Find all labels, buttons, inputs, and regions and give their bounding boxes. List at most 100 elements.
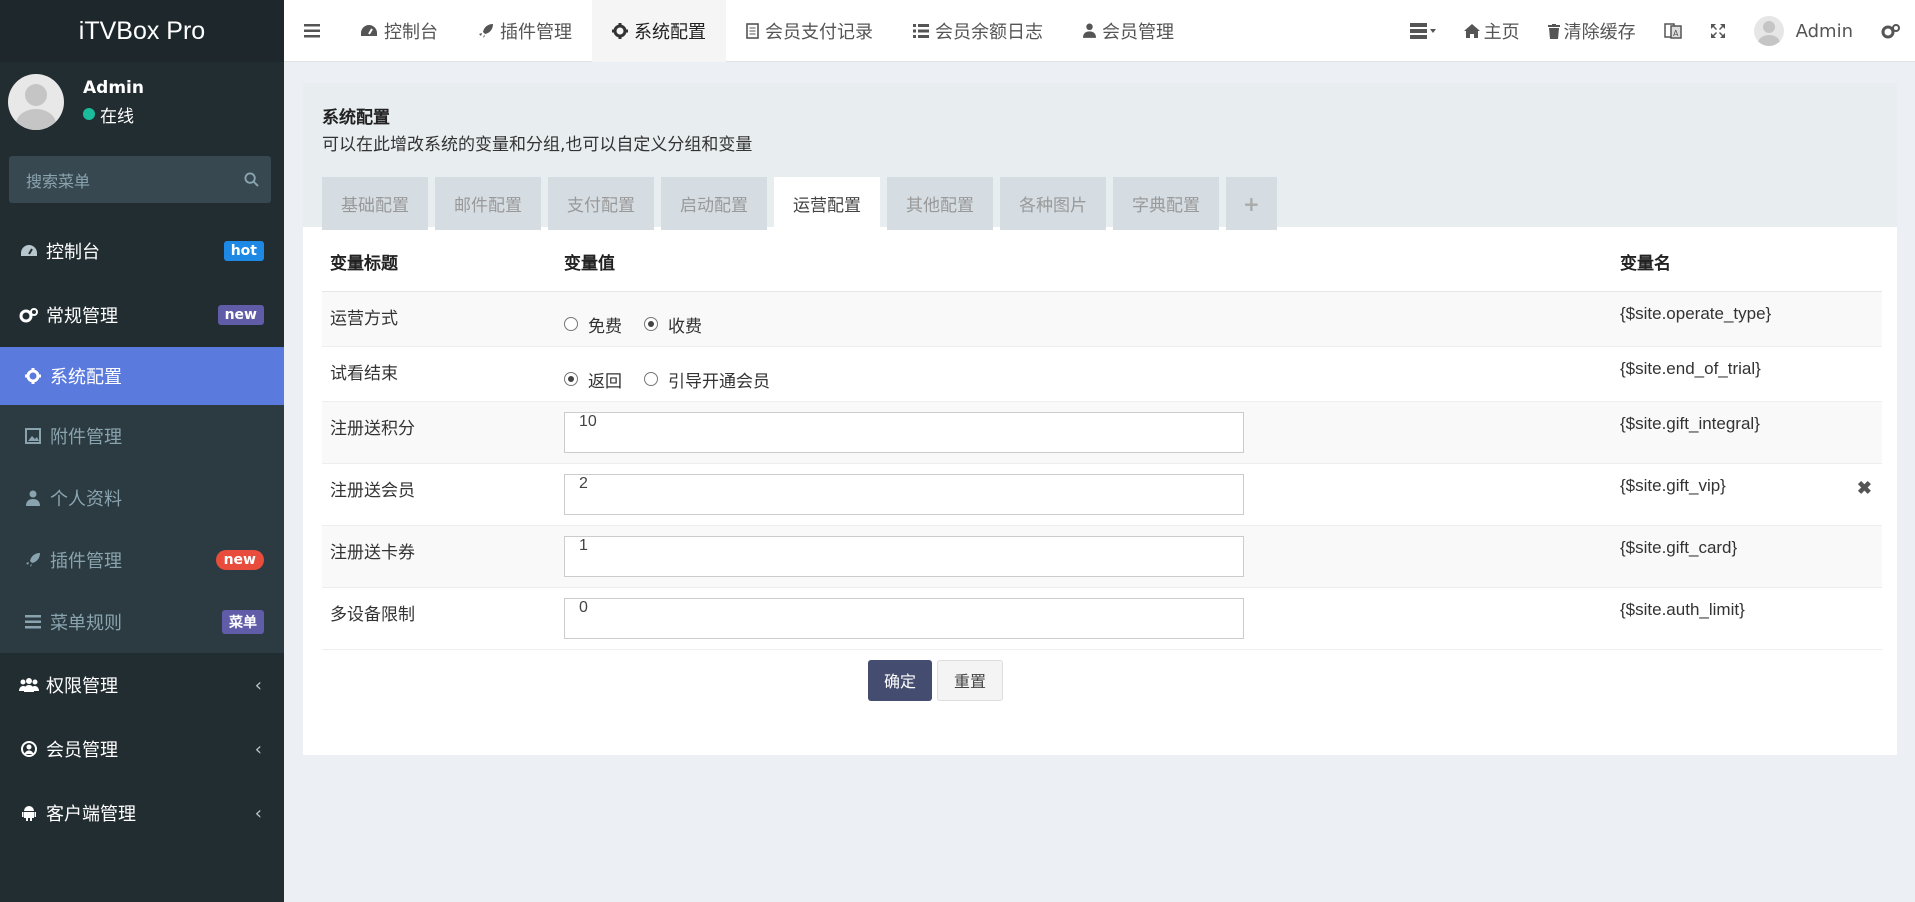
- submit-button[interactable]: 确定: [868, 659, 933, 701]
- sidebar-item-attachments[interactable]: 附件管理: [0, 405, 284, 467]
- gift-integral-input[interactable]: 10: [564, 411, 1244, 453]
- nav-dropdown-button[interactable]: [1396, 0, 1450, 62]
- user-panel: Admin 在线: [0, 62, 284, 142]
- android-icon: [18, 805, 40, 821]
- column-header-value: 变量值: [556, 233, 1612, 292]
- page-title: 系统配置: [322, 108, 390, 128]
- column-header-title: 变量标题: [322, 233, 556, 292]
- radio-guide-vip[interactable]: 引导开通会员: [644, 367, 770, 392]
- admin-user-menu[interactable]: Admin: [1740, 0, 1867, 62]
- column-header-varname: 变量名: [1612, 233, 1882, 292]
- tab-dashboard[interactable]: 控制台: [340, 0, 458, 62]
- tab-startup-config[interactable]: 启动配置: [661, 177, 767, 230]
- rocket-icon: [22, 552, 44, 568]
- gift-vip-input[interactable]: 2: [564, 473, 1244, 515]
- dashboard-icon: [360, 24, 378, 38]
- svg-text:A: A: [1673, 29, 1679, 38]
- sidebar-item-system-config[interactable]: 系统配置: [0, 347, 284, 405]
- tab-images[interactable]: 各种图片: [1000, 177, 1106, 230]
- user-status: 在线: [83, 102, 144, 127]
- radio-paid[interactable]: 收费: [644, 312, 702, 337]
- sidebar-item-profile[interactable]: 个人资料: [0, 467, 284, 529]
- user-icon: [1083, 23, 1096, 38]
- tab-member-balance-log[interactable]: 会员余额日志: [893, 0, 1063, 62]
- user-name: Admin: [83, 77, 144, 98]
- image-icon: [22, 428, 44, 444]
- brand-logo[interactable]: iTVBox Pro: [0, 0, 284, 62]
- cogs-icon: [1881, 23, 1901, 39]
- sidebar-toggle-button[interactable]: [284, 0, 340, 62]
- sidebar-item-auth[interactable]: 权限管理 ‹: [0, 653, 284, 717]
- sidebar-item-plugins[interactable]: 插件管理 new: [0, 529, 284, 591]
- menu-badge: 菜单: [222, 610, 264, 634]
- control-sidebar-button[interactable]: [1867, 0, 1915, 62]
- file-icon: [746, 22, 759, 39]
- sidebar: iTVBox Pro Admin 在线 搜索菜单 控制台 hot 常规管理 ne…: [0, 0, 284, 902]
- table-row: 注册送会员 2 {$site.gift_vip} ✖: [322, 463, 1882, 526]
- bars-icon: [304, 23, 320, 37]
- fullscreen-button[interactable]: [1696, 0, 1740, 62]
- table-row: 运营方式 免费 收费 {$site.operate_type}: [322, 291, 1882, 347]
- search-icon[interactable]: [244, 172, 259, 187]
- auth-limit-input[interactable]: 0: [564, 597, 1244, 639]
- avatar: [8, 74, 64, 130]
- radio-return[interactable]: 返回: [564, 367, 622, 392]
- language-button[interactable]: A: [1650, 0, 1696, 62]
- new-badge: new: [215, 550, 264, 570]
- tab-basic-config[interactable]: 基础配置: [322, 177, 428, 230]
- sidebar-item-client[interactable]: 客户端管理 ‹: [0, 781, 284, 845]
- reset-button[interactable]: 重置: [937, 659, 1004, 701]
- chevron-left-icon: ‹: [254, 674, 262, 696]
- expand-icon: [1710, 23, 1726, 39]
- tab-member-management[interactable]: 会员管理: [1063, 0, 1194, 62]
- tab-payment-config[interactable]: 支付配置: [548, 177, 654, 230]
- tab-dictionary-config[interactable]: 字典配置: [1113, 177, 1219, 230]
- tab-other-config[interactable]: 其他配置: [887, 177, 993, 230]
- list-icon: [913, 23, 929, 38]
- config-panel: 系统配置 可以在此增改系统的变量和分组,也可以自定义分组和变量 基础配置 邮件配…: [303, 83, 1897, 755]
- gear-icon: [22, 368, 44, 384]
- bars-icon: [22, 615, 44, 629]
- sidebar-item-menu-rules[interactable]: 菜单规则 菜单: [0, 591, 284, 653]
- new-badge: new: [217, 305, 264, 325]
- gear-icon: [612, 22, 628, 39]
- table-row: 多设备限制 0 {$site.auth_limit}: [322, 587, 1882, 650]
- tab-plugins[interactable]: 插件管理: [458, 0, 592, 62]
- user-circle-icon: [18, 741, 40, 757]
- radio-free[interactable]: 免费: [564, 312, 622, 337]
- home-link[interactable]: 主页: [1450, 0, 1534, 62]
- hot-badge: hot: [223, 241, 264, 261]
- tab-member-payments[interactable]: 会员支付记录: [726, 0, 893, 62]
- tab-system-config[interactable]: 系统配置: [592, 0, 726, 62]
- avatar: [1753, 16, 1784, 46]
- cogs-icon: [18, 307, 40, 323]
- add-group-button[interactable]: +: [1226, 177, 1277, 230]
- translate-icon: A: [1663, 23, 1682, 39]
- top-header: 控制台 插件管理 系统配置 会员支付记录 会员余额日志 会员管理 主页 清除缓存…: [284, 0, 1915, 62]
- tab-email-config[interactable]: 邮件配置: [435, 177, 541, 230]
- table-row: 注册送积分 10 {$site.gift_integral}: [322, 401, 1882, 464]
- sidebar-menu: 控制台 hot 常规管理 new 系统配置 附件管理 个人资料 插件管理 new…: [0, 219, 284, 845]
- sidebar-item-members[interactable]: 会员管理 ‹: [0, 717, 284, 781]
- trash-icon: [1547, 23, 1560, 39]
- config-table: 变量标题 变量值 变量名 运营方式 免费 收费 {$site.operate_t…: [322, 233, 1882, 650]
- sidebar-search-input[interactable]: 搜索菜单: [9, 156, 271, 203]
- form-actions: 确定 重置: [868, 659, 1897, 701]
- panel-heading: 系统配置 可以在此增改系统的变量和分组,也可以自定义分组和变量 基础配置 邮件配…: [303, 83, 1897, 230]
- sidebar-item-general[interactable]: 常规管理 new: [0, 283, 284, 347]
- clear-cache-button[interactable]: 清除缓存: [1534, 0, 1650, 62]
- tab-operation-config[interactable]: 运营配置: [774, 177, 880, 230]
- home-icon: [1463, 24, 1480, 38]
- table-row: 试看结束 返回 引导开通会员 {$site.end_of_trial}: [322, 346, 1882, 402]
- stack-icon: [1409, 23, 1436, 39]
- table-row: 注册送卡券 1 {$site.gift_card}: [322, 525, 1882, 588]
- chevron-left-icon: ‹: [254, 802, 262, 824]
- chevron-left-icon: ‹: [254, 738, 262, 760]
- dashboard-icon: [18, 243, 40, 259]
- gift-card-input[interactable]: 1: [564, 535, 1244, 577]
- group-icon: [18, 677, 40, 693]
- config-tabs: 基础配置 邮件配置 支付配置 启动配置 运营配置 其他配置 各种图片 字典配置 …: [322, 177, 1897, 230]
- delete-icon[interactable]: ✖: [1857, 478, 1872, 499]
- sidebar-item-dashboard[interactable]: 控制台 hot: [0, 219, 284, 283]
- rocket-icon: [478, 23, 494, 39]
